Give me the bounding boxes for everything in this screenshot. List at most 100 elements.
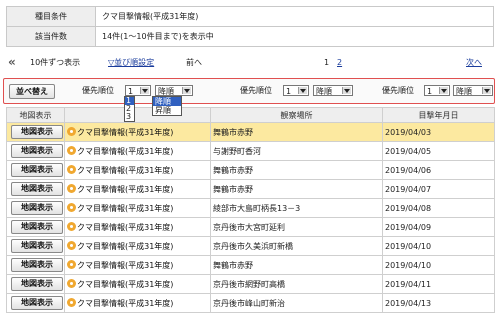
record-link[interactable]: クマ目撃情報(平成31年度) xyxy=(77,223,173,232)
double-chevron-left-icon[interactable]: « xyxy=(8,56,16,68)
date-cell: 2019/04/13 xyxy=(382,293,495,313)
place-cell: 京丹後市峰山町新治 xyxy=(210,293,383,313)
date-cell: 2019/04/10 xyxy=(382,255,495,275)
record-link[interactable]: クマ目撃情報(平成31年度) xyxy=(77,185,173,194)
chevron-down-icon xyxy=(439,87,448,94)
date-cell: 2019/04/11 xyxy=(382,274,495,294)
place-cell: 京丹後市大宮町延利 xyxy=(210,217,383,237)
map-display-button[interactable]: 地図表示 xyxy=(11,125,63,139)
prev-link: 前へ xyxy=(186,58,202,67)
map-display-button[interactable]: 地図表示 xyxy=(11,163,63,177)
map-display-button[interactable]: 地図表示 xyxy=(11,296,63,310)
priority-select[interactable]: 1 xyxy=(424,85,450,96)
name-cell: クマ目撃情報(平成31年度) xyxy=(64,160,211,180)
summary-value: 14件(1〜10件目まで)を表示中 xyxy=(95,26,494,47)
name-cell: クマ目撃情報(平成31年度) xyxy=(64,236,211,256)
summary-key: 種目条件 xyxy=(6,6,96,27)
page-2-link[interactable]: 2 xyxy=(337,56,342,70)
sort-setting-link[interactable]: ▽並び順設定 xyxy=(108,56,154,70)
date-cell: 2019/04/03 xyxy=(382,122,495,142)
record-link[interactable]: クマ目撃情報(平成31年度) xyxy=(77,299,173,308)
priority-value: 1 xyxy=(128,87,134,96)
sort-bar: 並べ替え 優先順位 1 降順 優先順位 1 降順 優先順位 1 降順 xyxy=(3,78,495,104)
map-cell: 地図表示 xyxy=(6,179,65,199)
record-link[interactable]: クマ目撃情報(平成31年度) xyxy=(77,261,173,270)
table-row: 地図表示 クマ目撃情報(平成31年度) 京丹後市峰山町新治 2019/04/13 xyxy=(6,293,495,313)
priority-value: 1 xyxy=(427,87,433,96)
date-cell: 2019/04/06 xyxy=(382,160,495,180)
chevron-down-icon xyxy=(298,87,307,94)
column-header xyxy=(64,107,211,123)
map-display-button[interactable]: 地図表示 xyxy=(11,182,63,196)
map-cell: 地図表示 xyxy=(6,217,65,237)
table-row: 地図表示 クマ目撃情報(平成31年度) 舞鶴市赤野 2019/04/03 xyxy=(6,122,495,142)
page-current: 1 xyxy=(324,58,330,67)
name-cell: クマ目撃情報(平成31年度) xyxy=(64,179,211,199)
map-cell: 地図表示 xyxy=(6,198,65,218)
results-table: 地図表示 観察場所 目撃年月日 地図表示 クマ目撃情報(平成31年度) 舞鶴市赤野 2… xyxy=(6,107,495,313)
record-link[interactable]: クマ目撃情報(平成31年度) xyxy=(77,128,173,137)
order-value: 降順 xyxy=(456,87,472,96)
name-cell: クマ目撃情報(平成31年度) xyxy=(64,274,211,294)
table-row: 地図表示 クマ目撃情報(平成31年度) 与謝野町香河 2019/04/05 xyxy=(6,141,495,161)
order-option[interactable]: 降順 xyxy=(153,97,181,106)
chevron-down-icon xyxy=(182,87,191,94)
chevron-down-icon xyxy=(482,87,491,94)
priority-label: 優先順位 xyxy=(82,86,114,95)
pager: « 10件ずつ表示 ▽並び順設定 前へ 1 2 次へ xyxy=(6,56,494,70)
map-cell: 地図表示 xyxy=(6,160,65,180)
bear-paw-icon xyxy=(67,278,76,288)
bear-paw-icon xyxy=(67,240,76,250)
map-display-button[interactable]: 地図表示 xyxy=(11,220,63,234)
name-cell: クマ目撃情報(平成31年度) xyxy=(64,122,211,142)
record-link[interactable]: クマ目撃情報(平成31年度) xyxy=(77,147,173,156)
date-cell: 2019/04/08 xyxy=(382,198,495,218)
bear-paw-icon xyxy=(67,164,76,174)
order-option[interactable]: 昇順 xyxy=(153,106,181,115)
table-row: 地図表示 クマ目撃情報(平成31年度) 舞鶴市赤野 2019/04/07 xyxy=(6,179,495,199)
place-cell: 京丹後市久美浜町新橋 xyxy=(210,236,383,256)
place-cell: 舞鶴市赤野 xyxy=(210,255,383,275)
order-select[interactable]: 降順 xyxy=(453,85,493,96)
bear-paw-icon xyxy=(67,126,76,136)
priority-select[interactable]: 1 xyxy=(283,85,309,96)
priority-option[interactable]: 3 xyxy=(125,113,134,121)
map-display-button[interactable]: 地図表示 xyxy=(11,239,63,253)
order-dropdown-list: 降順 昇順 xyxy=(152,96,182,116)
name-cell: クマ目撃情報(平成31年度) xyxy=(64,141,211,161)
map-cell: 地図表示 xyxy=(6,293,65,313)
sort-button[interactable]: 並べ替え xyxy=(9,84,55,99)
place-cell: 京丹後市網野町高橋 xyxy=(210,274,383,294)
table-row: 地図表示 クマ目撃情報(平成31年度) 京丹後市久美浜町新橋 2019/04/10 xyxy=(6,236,495,256)
summary-row: 種目条件 クマ目撃情報(平成31年度) xyxy=(6,6,494,27)
record-link[interactable]: クマ目撃情報(平成31年度) xyxy=(77,166,173,175)
summary-row: 該当件数 14件(1〜10件目まで)を表示中 xyxy=(6,26,494,47)
priority-select[interactable]: 1 xyxy=(125,85,151,96)
map-cell: 地図表示 xyxy=(6,141,65,161)
table-row: 地図表示 クマ目撃情報(平成31年度) 京丹後市大宮町延利 2019/04/09 xyxy=(6,217,495,237)
table-row: 地図表示 クマ目撃情報(平成31年度) 舞鶴市赤野 2019/04/10 xyxy=(6,255,495,275)
record-link[interactable]: クマ目撃情報(平成31年度) xyxy=(77,242,173,251)
map-display-button[interactable]: 地図表示 xyxy=(11,277,63,291)
map-cell: 地図表示 xyxy=(6,255,65,275)
next-link[interactable]: 次へ xyxy=(466,56,482,70)
column-header: 目撃年月日 xyxy=(382,107,495,123)
place-cell: 舞鶴市赤野 xyxy=(210,122,383,142)
priority-label: 優先順位 xyxy=(240,86,272,95)
name-cell: クマ目撃情報(平成31年度) xyxy=(64,293,211,313)
map-display-button[interactable]: 地図表示 xyxy=(11,258,63,272)
place-cell: 与謝野町香河 xyxy=(210,141,383,161)
map-display-button[interactable]: 地図表示 xyxy=(11,201,63,215)
order-select[interactable]: 降順 xyxy=(313,85,353,96)
order-select[interactable]: 降順 xyxy=(155,85,193,96)
date-cell: 2019/04/05 xyxy=(382,141,495,161)
order-value: 降順 xyxy=(316,87,332,96)
priority-label: 優先順位 xyxy=(382,86,414,95)
bear-paw-icon xyxy=(67,145,76,155)
record-link[interactable]: クマ目撃情報(平成31年度) xyxy=(77,204,173,213)
record-link[interactable]: クマ目撃情報(平成31年度) xyxy=(77,280,173,289)
name-cell: クマ目撃情報(平成31年度) xyxy=(64,255,211,275)
date-cell: 2019/04/10 xyxy=(382,236,495,256)
map-display-button[interactable]: 地図表示 xyxy=(11,144,63,158)
summary-table: 種目条件 クマ目撃情報(平成31年度) 該当件数 14件(1〜10件目まで)を表… xyxy=(6,6,494,47)
